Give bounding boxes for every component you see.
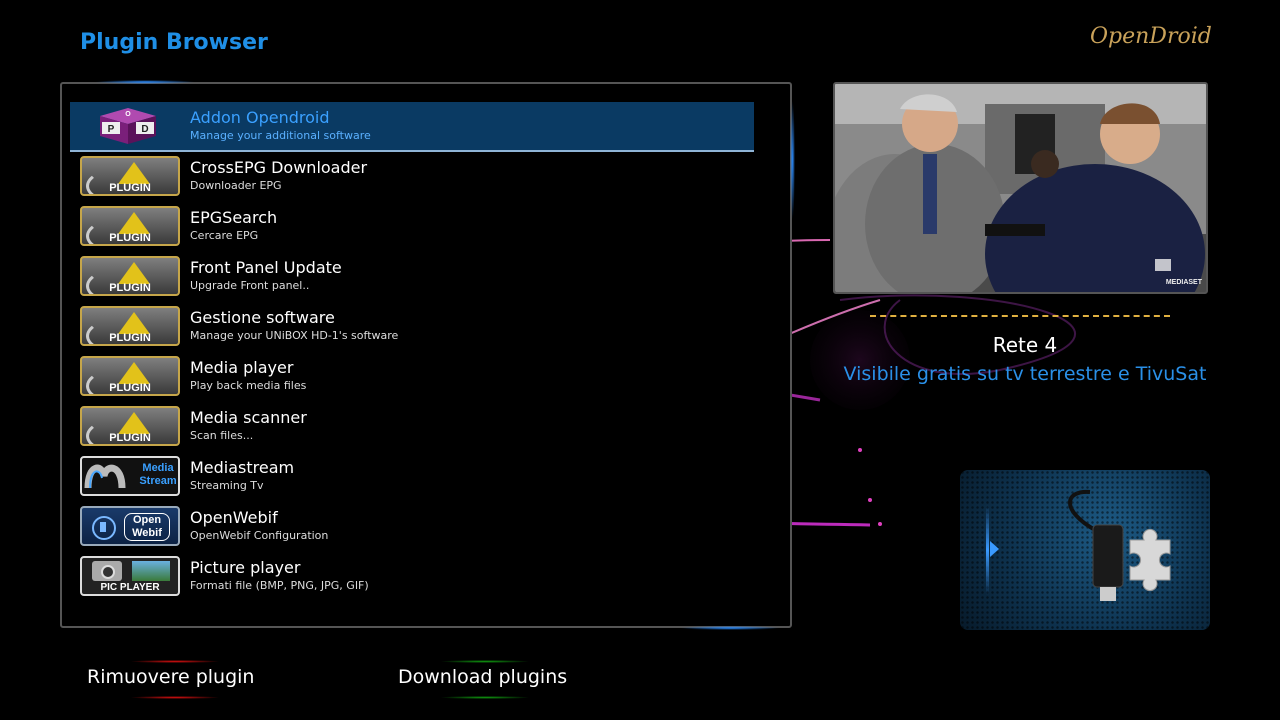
plugin-name: Media player — [190, 358, 294, 377]
plugin-name: Front Panel Update — [190, 258, 342, 277]
plugin-list-item-media-player[interactable]: PLUGIN Media player Play back media file… — [70, 352, 754, 402]
plugin-icon-label: PLUGIN — [109, 282, 151, 294]
plugin-icon-label: PLUGIN — [109, 232, 151, 244]
plugin-list: P D O Addon Opendroid Manage your additi… — [70, 102, 754, 602]
channel-name: Rete 4 — [992, 333, 1058, 357]
red-key-indicator — [130, 660, 220, 663]
red-key-indicator — [130, 696, 220, 699]
plugin-list-item-gestione-software[interactable]: PLUGIN Gestione software Manage your UNi… — [70, 302, 754, 352]
plugin-icon: PLUGIN — [80, 406, 180, 446]
plugin-name: EPGSearch — [190, 208, 278, 227]
plugin-description: Manage your additional software — [190, 129, 371, 142]
plugin-icon: PLUGIN — [80, 206, 180, 246]
download-plugins-button[interactable]: Download plugins — [398, 666, 567, 688]
plugin-list-item-media-scanner[interactable]: PLUGIN Media scanner Scan files... — [70, 402, 754, 452]
tv-preview-video — [835, 84, 1206, 292]
green-key-indicator — [440, 696, 530, 699]
plugin-icon: PLUGIN — [80, 306, 180, 346]
svg-text:P: P — [108, 124, 115, 135]
remove-plugin-button[interactable]: Rimuovere plugin — [87, 666, 254, 688]
picture-player-icon: PIC PLAYER — [80, 556, 180, 596]
green-key-indicator — [440, 660, 530, 663]
plugin-description: Upgrade Front panel.. — [190, 279, 310, 292]
plugin-icon-label: PLUGIN — [109, 382, 151, 394]
plugin-icon-label: PLUGIN — [109, 432, 151, 444]
channel-description: Visibile gratis su tv terrestre e TivuSa… — [843, 363, 1207, 385]
plugin-icon-label: PLUGIN — [109, 332, 151, 344]
plugin-description: Formati file (BMP, PNG, JPG, GIF) — [190, 579, 369, 592]
brand-logo: OpenDroid — [1090, 24, 1212, 49]
page-title: Plugin Browser — [80, 30, 268, 55]
frame-glow — [95, 80, 195, 84]
plugin-list-item-mediastream[interactable]: Media Stream Mediastream Streaming Tv — [70, 452, 754, 502]
panel-indicator-line — [986, 505, 989, 595]
plugin-icon: PLUGIN — [80, 256, 180, 296]
svg-text:D: D — [141, 124, 148, 135]
plugin-list-item-crossepg[interactable]: PLUGIN CrossEPG Downloader Downloader EP… — [70, 152, 754, 202]
plugin-list-item-openwebif[interactable]: Open Webif OpenWebif OpenWebif Configura… — [70, 502, 754, 552]
plugin-name: Gestione software — [190, 308, 335, 327]
divider-line — [870, 315, 1170, 317]
addon-icon: P D O — [80, 106, 180, 146]
openwebif-icon-label: Open Webif — [124, 513, 170, 541]
openwebif-icon: Open Webif — [80, 506, 180, 546]
frame-glow — [680, 626, 780, 630]
plugin-name: Addon Opendroid — [190, 108, 330, 127]
plugin-icon: PLUGIN — [80, 356, 180, 396]
mediastream-icon-label: Media Stream — [139, 462, 177, 487]
plugin-list-item-front-panel-update[interactable]: PLUGIN Front Panel Update Upgrade Front … — [70, 252, 754, 302]
plugin-list-item-addon-opendroid[interactable]: P D O Addon Opendroid Manage your additi… — [70, 102, 754, 152]
plugin-description: Downloader EPG — [190, 179, 282, 192]
arrow-right-icon — [990, 541, 999, 557]
plugin-name: CrossEPG Downloader — [190, 158, 368, 177]
plugin-description: Play back media files — [190, 379, 307, 392]
plugin-name: Mediastream — [190, 458, 295, 477]
picture-player-icon-label: PIC PLAYER — [100, 582, 160, 593]
plugin-description: Scan files... — [190, 429, 254, 442]
plugin-name: OpenWebif — [190, 508, 278, 527]
plugin-list-item-epgsearch[interactable]: PLUGIN EPGSearch Cercare EPG — [70, 202, 754, 252]
plugin-name: Media scanner — [190, 408, 307, 427]
plugin-icon: PLUGIN — [80, 156, 180, 196]
plugin-icon-label: PLUGIN — [109, 182, 151, 194]
tv-preview: MEDIASET — [833, 82, 1208, 294]
svg-text:O: O — [125, 111, 131, 118]
mediastream-icon: Media Stream — [80, 456, 180, 496]
plugin-description: Manage your UNiBOX HD-1's software — [190, 329, 399, 342]
frame-glow — [790, 100, 795, 220]
plugin-description: Streaming Tv — [190, 479, 264, 492]
plugin-name: Picture player — [190, 558, 301, 577]
plugin-list-item-picture-player[interactable]: PIC PLAYER Picture player Formati file (… — [70, 552, 754, 602]
channel-watermark: MEDIASET — [1165, 279, 1202, 286]
plugin-description: OpenWebif Configuration — [190, 529, 329, 542]
plugin-description: Cercare EPG — [190, 229, 259, 242]
